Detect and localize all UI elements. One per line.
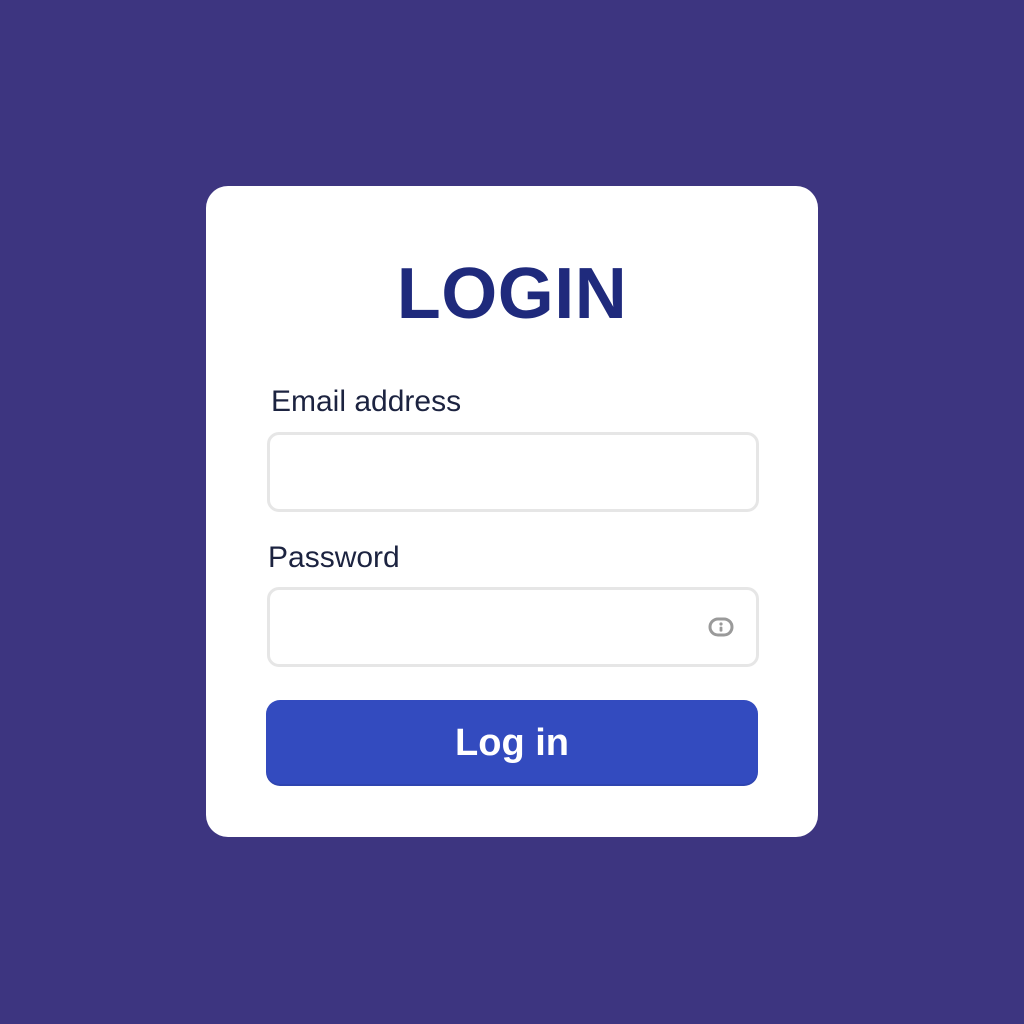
email-field-container	[267, 432, 759, 512]
login-button[interactable]: Log in	[266, 700, 758, 786]
email-field[interactable]	[284, 435, 742, 509]
password-label: Password	[268, 541, 400, 574]
password-field-container	[267, 587, 759, 667]
eye-icon[interactable]	[708, 617, 734, 637]
password-field[interactable]	[284, 590, 696, 664]
page-title: LOGIN	[396, 254, 628, 334]
email-label: Email address	[271, 385, 462, 418]
